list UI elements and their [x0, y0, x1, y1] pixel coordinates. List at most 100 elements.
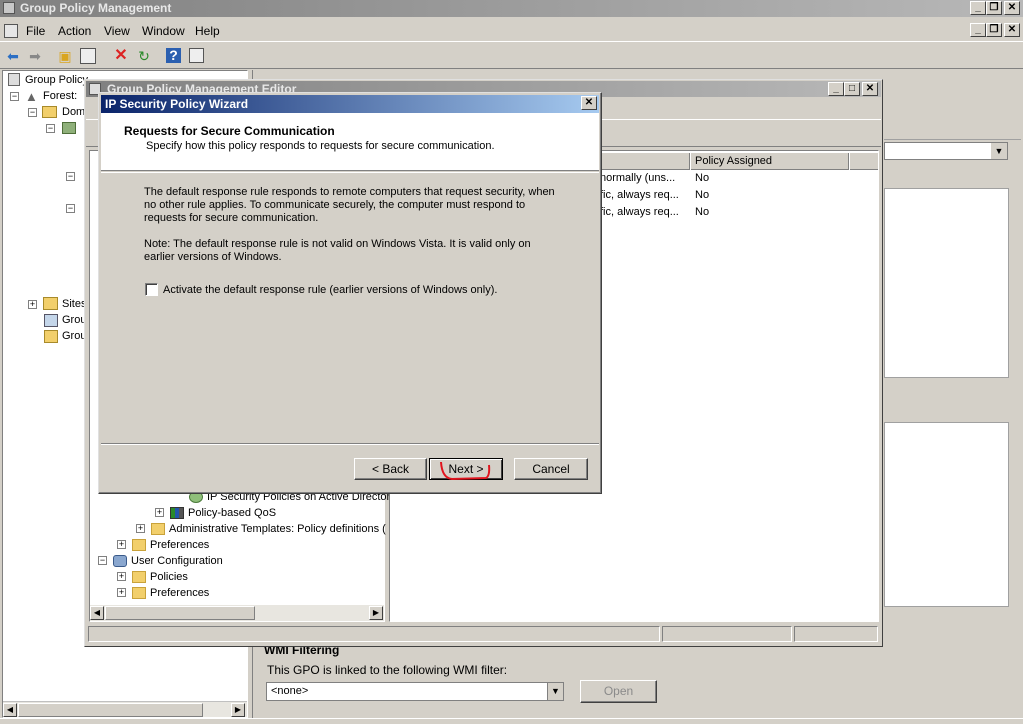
mdi-restore-button[interactable]: ❐ [986, 23, 1002, 37]
gp-results-icon [44, 330, 58, 343]
show-hide-tree-icon[interactable] [80, 48, 96, 64]
menu-action[interactable]: Action [58, 24, 91, 38]
node-expander-1[interactable]: − [66, 172, 75, 181]
row-assigned: No [695, 189, 710, 201]
editor-minimize-button[interactable]: _ [828, 82, 844, 96]
cancel-button[interactable]: Cancel [514, 458, 588, 480]
wizard-close-button[interactable]: ✕ [581, 96, 597, 110]
gp-modeling-icon [44, 314, 58, 327]
folder-icon [132, 587, 146, 599]
wmi-filter-select[interactable]: <none> ▼ [266, 682, 564, 701]
editor-close-button[interactable]: ✕ [862, 82, 878, 96]
wizard-footer-separator [101, 443, 599, 445]
checkbox-label[interactable]: Activate the default response rule (earl… [163, 284, 497, 296]
tree-expander[interactable]: + [117, 540, 126, 549]
wizard-title: IP Security Policy Wizard [105, 97, 249, 111]
editor-scroll-thumb[interactable] [105, 606, 255, 620]
menu-window[interactable]: Window [142, 24, 185, 38]
tree-expander[interactable]: + [117, 588, 126, 597]
editor-tree-hscroll[interactable]: ◀ ▶ [90, 605, 384, 621]
up-folder-icon[interactable]: ▣ [56, 47, 74, 65]
delete-icon[interactable]: ✕ [112, 47, 130, 65]
user-config-icon [113, 555, 127, 567]
document-menu-icon[interactable] [4, 24, 18, 38]
tree-sites-label[interactable]: Sites [62, 296, 86, 312]
close-button[interactable]: ✕ [1004, 1, 1020, 15]
editor-scroll-right-button[interactable]: ▶ [369, 606, 383, 620]
editor-tree-item[interactable]: Administrative Templates: Policy definit… [169, 521, 386, 537]
editor-tree-item[interactable]: User Configuration [131, 553, 223, 569]
main-status-bar [0, 718, 1023, 724]
wizard-paragraph-1: The default response rule responds to re… [144, 186, 555, 224]
scroll-right-button[interactable]: ▶ [231, 703, 245, 717]
back-button[interactable]: < Back [354, 458, 427, 480]
list-column-divider-2[interactable] [848, 153, 850, 170]
toolbar [0, 43, 1023, 69]
list-column-divider[interactable] [689, 153, 691, 170]
help-icon[interactable]: ? [166, 48, 181, 63]
restore-button[interactable]: ❐ [986, 1, 1002, 15]
default-response-checkbox[interactable] [145, 283, 158, 296]
qos-chart-icon [170, 507, 184, 519]
sites-expander[interactable]: + [28, 300, 37, 309]
main-right-header-strip [884, 118, 1021, 140]
editor-status-bar [88, 625, 879, 643]
row-desc: fic, always req... [600, 206, 679, 218]
domains-expander[interactable]: − [28, 108, 37, 117]
next-button-red-annotation [440, 461, 491, 481]
menu-bar: File Action View Window Help _ ❐ ✕ [0, 20, 1023, 42]
editor-maximize-button[interactable]: □ [844, 82, 860, 96]
row-assigned: No [695, 206, 710, 218]
editor-tree: IP Security Policies on Active Director +… [90, 489, 390, 601]
scroll-left-button[interactable]: ◀ [3, 703, 17, 717]
wizard-title-bar: IP Security Policy Wizard ✕ [101, 95, 599, 113]
tree-expander[interactable]: + [117, 572, 126, 581]
wizard-paragraph-2: Note: The default response rule is not v… [144, 238, 531, 263]
editor-tree-item[interactable]: Policies [150, 569, 188, 585]
main-window-title: Group Policy Management [20, 1, 172, 15]
wmi-label: This GPO is linked to the following WMI … [267, 663, 508, 677]
editor-tree-item[interactable]: Policy-based QoS [188, 505, 276, 521]
main-right-dropdown[interactable]: ▼ [884, 142, 1008, 160]
main-right-list-box [884, 188, 1009, 378]
refresh-icon[interactable]: ↻ [135, 47, 153, 65]
main-title-bar: Group Policy Management _ ❐ ✕ [0, 0, 1023, 17]
row-assigned: No [695, 172, 710, 184]
wizard-heading: Requests for Secure Communication [124, 124, 335, 138]
status-panel-2 [662, 626, 792, 642]
minimize-button[interactable]: _ [970, 1, 986, 15]
menu-view[interactable]: View [104, 24, 130, 38]
editor-tree-item[interactable]: Preferences [150, 585, 209, 601]
domain-expander[interactable]: − [46, 124, 55, 133]
status-panel-3 [794, 626, 878, 642]
forest-expander[interactable]: − [10, 92, 19, 101]
folder-icon [132, 539, 146, 551]
wmi-open-button[interactable]: Open [580, 680, 657, 703]
domains-icon [42, 106, 57, 118]
node-expander-2[interactable]: − [66, 204, 75, 213]
mdi-minimize-button[interactable]: _ [970, 23, 986, 37]
editor-scroll-left-button[interactable]: ◀ [90, 606, 104, 620]
menu-help[interactable]: Help [195, 24, 220, 38]
mdi-close-button[interactable]: ✕ [1004, 23, 1020, 37]
wmi-dropdown-arrow-icon[interactable]: ▼ [547, 683, 563, 700]
tree-root-label[interactable]: Group Policy [25, 72, 88, 88]
tree-expander[interactable]: + [136, 524, 145, 533]
folder-icon [151, 523, 165, 535]
tree-item-b-label[interactable]: Grou [62, 328, 86, 344]
scroll-thumb[interactable] [18, 703, 203, 717]
tree-item-a-label[interactable]: Grou [62, 312, 86, 328]
editor-tree-item[interactable]: Preferences [150, 537, 209, 553]
tree-forest-label[interactable]: Forest: [43, 88, 77, 104]
forward-icon[interactable]: ➡ [26, 47, 44, 65]
main-right-list-box-2 [884, 422, 1009, 607]
main-tree-hscroll[interactable]: ◀ ▶ [3, 701, 247, 717]
tree-expander[interactable]: + [155, 508, 164, 517]
tree-expander[interactable]: − [98, 556, 107, 565]
properties-icon[interactable] [189, 48, 204, 63]
wizard-header-panel: Requests for Secure Communication Specif… [101, 113, 599, 171]
policy-assigned-column-header[interactable]: Policy Assigned [695, 155, 772, 167]
menu-file[interactable]: File [26, 24, 45, 38]
tree-domains-label[interactable]: Dom [62, 104, 85, 120]
back-icon[interactable]: ⬅ [4, 47, 22, 65]
